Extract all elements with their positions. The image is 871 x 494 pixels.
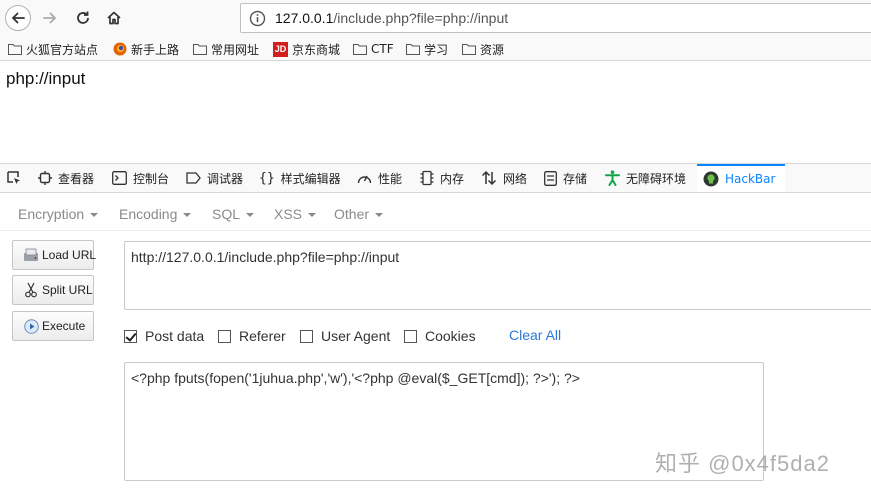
firefox-icon xyxy=(113,42,127,56)
bookmark-resources[interactable]: 资源 xyxy=(462,40,504,58)
navigation-bar: 127.0.0.1/include.php?file=php://input xyxy=(0,0,871,36)
url-path: /include.php?file=php://input xyxy=(333,10,509,26)
caret-down-icon xyxy=(246,213,255,218)
site-info-icon[interactable] xyxy=(249,10,266,27)
url-textarea[interactable]: http://127.0.0.1/include.php?file=php://… xyxy=(124,241,871,310)
home-icon xyxy=(107,11,121,25)
folder-icon xyxy=(462,44,476,55)
menu-xss[interactable]: XSS xyxy=(274,206,317,222)
clear-all-link[interactable]: Clear All xyxy=(509,327,561,343)
folder-icon xyxy=(8,44,22,55)
user-agent-checkbox[interactable]: User Agent xyxy=(300,327,390,345)
tab-hackbar[interactable]: HackBar xyxy=(697,164,786,192)
checkbox-unchecked[interactable] xyxy=(218,329,231,343)
tab-console[interactable]: 控制台 xyxy=(112,164,169,192)
element-picker-icon xyxy=(7,171,20,184)
caret-down-icon xyxy=(183,213,192,218)
forward-arrow-icon xyxy=(43,12,57,24)
hackbar-icon xyxy=(703,171,719,187)
reload-icon xyxy=(77,11,89,24)
hackbar-menu: Encryption Encoding SQL XSS Other xyxy=(0,193,871,231)
tab-memory[interactable]: 内存 xyxy=(420,164,464,192)
console-icon xyxy=(112,171,127,185)
checkbox-unchecked[interactable] xyxy=(300,329,313,343)
style-editor-icon: {} xyxy=(259,170,275,186)
play-icon xyxy=(23,318,39,334)
checkbox-unchecked[interactable] xyxy=(404,329,417,343)
load-icon xyxy=(24,248,38,261)
watermark: 知乎 @0x4f5da2 xyxy=(655,451,830,476)
home-button[interactable] xyxy=(101,5,127,31)
network-icon xyxy=(481,170,497,186)
reload-button[interactable] xyxy=(70,5,96,31)
tab-style-editor[interactable]: {} 样式编辑器 xyxy=(259,164,341,192)
forward-button[interactable] xyxy=(37,5,63,31)
bookmarks-bar: 火狐官方站点 新手上路 常用网址 JD 京东商城 CTF 学习 资源 xyxy=(0,36,871,61)
folder-icon xyxy=(193,44,207,55)
post-data-checkbox[interactable]: Post data xyxy=(124,327,204,345)
devtools-toolbar: 查看器 控制台 调试器 {} 样式编辑器 性能 内存 网络 存储 无障碍环境 H… xyxy=(0,163,871,193)
back-arrow-icon xyxy=(11,12,25,24)
tab-storage[interactable]: 存储 xyxy=(544,164,587,192)
tab-network[interactable]: 网络 xyxy=(481,164,527,192)
bookmark-firefox-official[interactable]: 火狐官方站点 xyxy=(8,40,98,58)
storage-icon xyxy=(544,170,557,186)
menu-encryption[interactable]: Encryption xyxy=(18,206,99,222)
split-url-button[interactable]: Split URL xyxy=(12,275,94,305)
referer-checkbox[interactable]: Referer xyxy=(218,327,286,345)
accessibility-icon xyxy=(605,170,620,186)
performance-icon xyxy=(357,175,372,184)
load-url-button[interactable]: Load URL xyxy=(12,240,96,270)
checkbox-checked[interactable] xyxy=(124,329,137,343)
folder-icon xyxy=(353,44,367,55)
url-text[interactable]: 127.0.0.1/include.php?file=php://input xyxy=(275,10,508,26)
caret-down-icon xyxy=(308,213,317,218)
tab-inspector[interactable]: 查看器 xyxy=(38,164,94,192)
tab-debugger[interactable]: 调试器 xyxy=(186,164,243,192)
back-button[interactable] xyxy=(5,5,31,31)
bookmark-jd-mall[interactable]: JD 京东商城 xyxy=(273,40,340,58)
execute-button[interactable]: Execute xyxy=(12,311,94,341)
jd-icon: JD xyxy=(273,41,288,57)
cookies-checkbox[interactable]: Cookies xyxy=(404,327,476,345)
menu-sql[interactable]: SQL xyxy=(212,206,255,222)
folder-icon xyxy=(406,44,420,55)
memory-icon xyxy=(420,170,434,186)
page-output-text: php://input xyxy=(6,69,86,88)
menu-encoding[interactable]: Encoding xyxy=(119,206,192,222)
scissors-icon xyxy=(25,282,37,298)
bookmark-study[interactable]: 学习 xyxy=(406,40,448,58)
url-host: 127.0.0.1 xyxy=(275,10,334,26)
url-bar[interactable]: 127.0.0.1/include.php?file=php://input xyxy=(240,3,871,33)
tab-accessibility[interactable]: 无障碍环境 xyxy=(605,164,686,192)
caret-down-icon xyxy=(90,213,99,218)
bookmark-ctf[interactable]: CTF xyxy=(353,40,394,58)
element-picker-button[interactable] xyxy=(6,164,22,192)
bookmark-getting-started[interactable]: 新手上路 xyxy=(113,40,179,58)
tab-performance[interactable]: 性能 xyxy=(357,164,402,192)
debugger-icon xyxy=(186,172,201,184)
bookmark-common-sites[interactable]: 常用网址 xyxy=(193,40,259,58)
menu-other[interactable]: Other xyxy=(334,206,384,222)
caret-down-icon xyxy=(375,213,384,218)
inspector-icon xyxy=(38,171,52,185)
